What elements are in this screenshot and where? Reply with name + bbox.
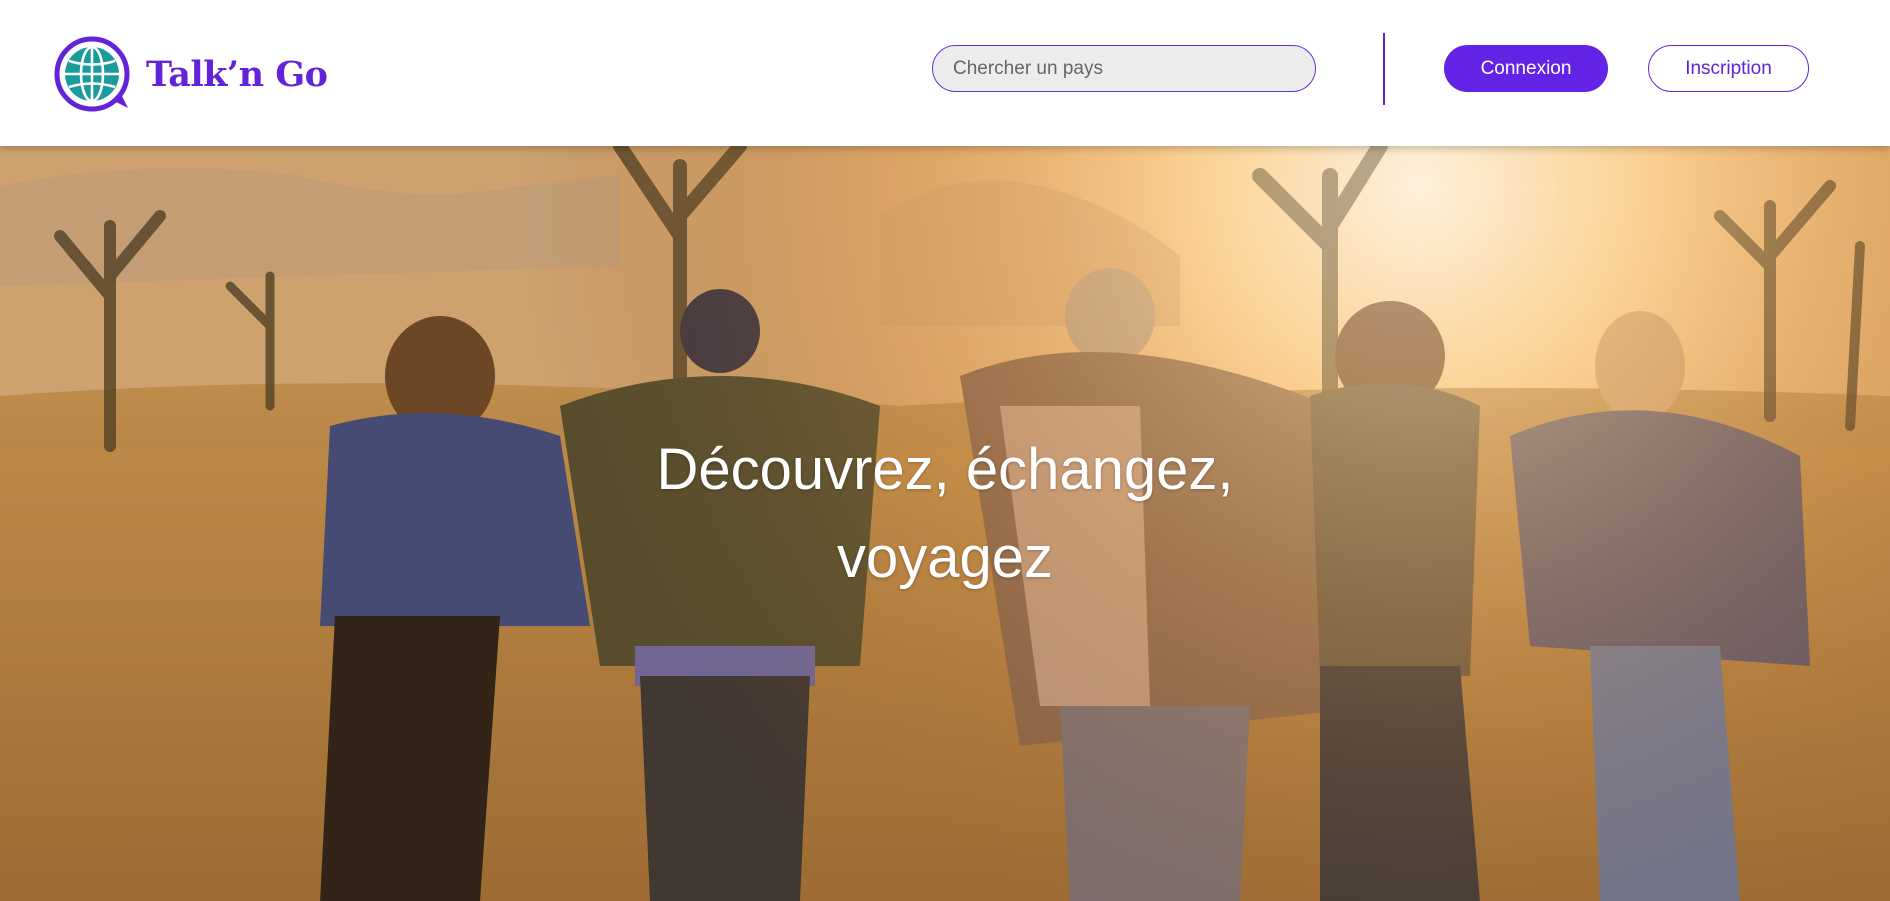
site-header: Talk’n Go Connexion Inscription (0, 0, 1890, 146)
hero-banner: Découvrez, échangez, voyagez (0, 146, 1890, 901)
country-search-input[interactable] (932, 45, 1316, 92)
brand-logo-link[interactable]: Talk’n Go (54, 36, 328, 116)
login-button[interactable]: Connexion (1444, 45, 1608, 92)
header-divider (1383, 33, 1385, 105)
hero-title: Découvrez, échangez, voyagez (656, 437, 1234, 590)
brand-name: Talk’n Go (146, 53, 328, 95)
globe-chat-icon (54, 36, 130, 112)
signup-button[interactable]: Inscription (1648, 45, 1809, 92)
